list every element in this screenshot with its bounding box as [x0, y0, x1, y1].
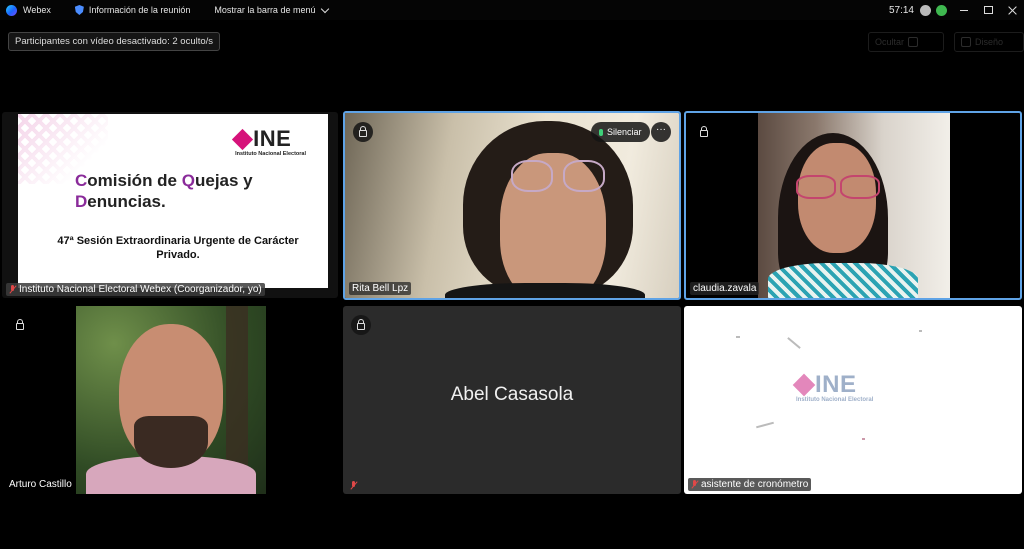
- participant-name-tag: Instituto Nacional Electoral Webex (Coor…: [6, 283, 265, 296]
- slide-title-initial-c: C: [75, 171, 88, 190]
- participant-name-tag: Arturo Castillo: [6, 478, 75, 491]
- participant-name-tag: [347, 480, 360, 491]
- connection-icon[interactable]: [936, 4, 947, 16]
- show-menu-bar-label: Mostrar la barra de menú: [214, 5, 316, 15]
- video-person-beard: [134, 416, 208, 468]
- video-person-glasses: [503, 160, 627, 196]
- layout-icon: [961, 37, 971, 47]
- video-tile-rita[interactable]: Silenciar ··· Rita Bell Lpz: [343, 111, 681, 300]
- video-tile-presentation[interactable]: INE Instituto Nacional Electoral Comisió…: [2, 112, 338, 298]
- layout-button-label: Diseño: [975, 37, 1004, 47]
- muted-mic-icon: [350, 481, 357, 490]
- slide-title-initial-d: D: [75, 192, 88, 211]
- hide-icon: [908, 37, 919, 47]
- participant-name-tag: Rita Bell Lpz: [349, 282, 412, 295]
- video-tile-claudia[interactable]: claudia.zavala: [684, 111, 1022, 300]
- more-options-button[interactable]: ···: [651, 122, 671, 142]
- video-tile-timer-assistant[interactable]: INE Instituto Nacional Electoral asisten…: [684, 306, 1022, 494]
- minimize-button[interactable]: [952, 0, 976, 20]
- participant-name: Arturo Castillo: [9, 479, 72, 490]
- video-person-glasses: [796, 175, 882, 199]
- slide-subtitle: 47ª Sesión Extraordinaria Urgente de Car…: [57, 235, 299, 261]
- participant-name: asistente de cronómetro: [701, 479, 809, 490]
- lock-icon[interactable]: [694, 122, 714, 142]
- participant-name: claudia.zavala: [693, 283, 757, 294]
- video-tile-abel[interactable]: Abel Casasola: [343, 306, 681, 494]
- meeting-timer: 57:14: [888, 4, 914, 16]
- ine-logo-text: INE: [253, 126, 292, 151]
- shared-slide: INE Instituto Nacional Electoral Comisió…: [18, 114, 328, 288]
- status-icon[interactable]: [920, 4, 931, 16]
- slide-title: Comisión de Quejas y Denuncias.: [75, 170, 305, 212]
- slide-title-part-1: omisión de: [87, 171, 182, 190]
- shield-icon: [74, 5, 84, 15]
- muted-mic-icon: [9, 285, 16, 294]
- participant-name: Instituto Nacional Electoral Webex (Coor…: [19, 284, 262, 295]
- video-feed: [76, 306, 266, 494]
- slide-title-initial-q: Q: [181, 171, 195, 190]
- slide-title-part-3: enuncias.: [87, 192, 166, 211]
- participant-display-name: Abel Casasola: [450, 384, 574, 405]
- chevron-down-icon: [321, 4, 330, 13]
- lock-icon[interactable]: [10, 315, 30, 335]
- ine-logo-subtitle: Instituto Nacional Electoral: [796, 397, 874, 403]
- hide-button[interactable]: Ocultar: [868, 32, 944, 52]
- webex-logo-icon: [6, 4, 17, 16]
- restore-button[interactable]: [976, 0, 1000, 20]
- ine-diamond-icon: [231, 128, 254, 150]
- video-feed: [758, 113, 950, 298]
- mute-participant-button[interactable]: Silenciar: [591, 122, 650, 142]
- meeting-info-label: Información de la reunión: [88, 5, 191, 15]
- participant-name-tag: asistente de cronómetro: [688, 478, 812, 491]
- app-name: Webex: [23, 5, 51, 15]
- show-menu-bar-button[interactable]: Mostrar la barra de menú: [214, 4, 330, 15]
- ine-logo-subtitle: Instituto Nacional Electoral: [235, 151, 306, 157]
- mute-participant-label: Silenciar: [607, 127, 642, 137]
- lock-icon[interactable]: [353, 122, 373, 142]
- muted-mic-icon: [691, 480, 698, 489]
- video-speck: [756, 421, 774, 429]
- participant-name-tag: claudia.zavala: [690, 282, 760, 295]
- video-speck: [787, 337, 801, 349]
- video-speck: [862, 438, 865, 440]
- video-person-blouse: [768, 263, 918, 298]
- minimize-icon: [960, 9, 968, 11]
- microphone-icon: [599, 128, 603, 136]
- participant-name: Rita Bell Lpz: [352, 283, 409, 294]
- slide-title-part-2: uejas y: [194, 171, 253, 190]
- window-titlebar: Webex Información de la reunión Mostrar …: [0, 0, 1024, 20]
- video-tile-arturo[interactable]: Arturo Castillo: [2, 306, 338, 494]
- close-button[interactable]: [1000, 0, 1024, 20]
- meeting-info-button[interactable]: Información de la reunión: [74, 5, 191, 15]
- video-speck: [736, 336, 740, 338]
- ine-logo: INE Instituto Nacional Electoral: [231, 126, 306, 157]
- close-icon: [1008, 6, 1017, 15]
- video-person-shirt: [445, 283, 645, 298]
- video-speck: [919, 330, 922, 332]
- restore-icon: [983, 6, 993, 14]
- hidden-participants-button[interactable]: Participantes con vídeo desactivado: 2 o…: [8, 32, 221, 51]
- lock-icon[interactable]: [351, 315, 371, 335]
- hide-button-label: Ocultar: [875, 37, 905, 47]
- ine-logo-text: INE: [815, 371, 857, 398]
- ine-diamond-icon: [792, 373, 816, 397]
- layout-button[interactable]: Diseño: [954, 32, 1024, 52]
- ine-logo: INE Instituto Nacional Electoral: [792, 371, 874, 403]
